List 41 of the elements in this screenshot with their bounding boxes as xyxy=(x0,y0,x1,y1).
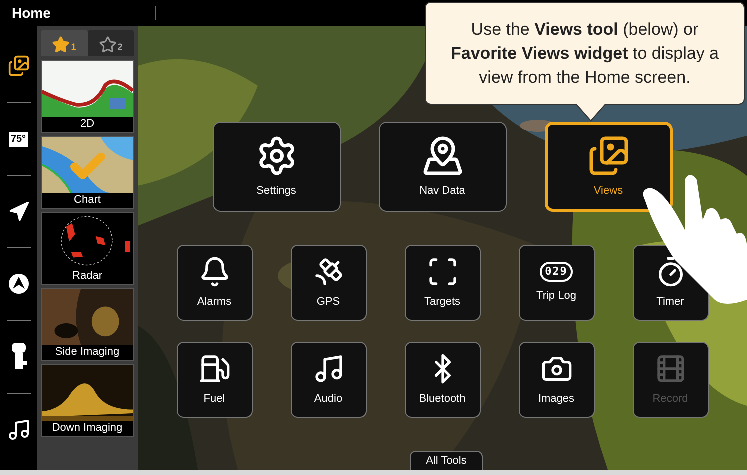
view-label: Down Imaging xyxy=(51,421,124,436)
tool-button[interactable]: 029 Trip Log xyxy=(518,245,594,321)
tool-button[interactable]: Audio xyxy=(290,342,366,418)
tool-button[interactable]: Images xyxy=(518,342,594,418)
music-icon xyxy=(312,352,344,385)
favorites-tab[interactable]: 2 xyxy=(88,30,134,56)
temperature-icon[interactable]: 75° xyxy=(8,130,28,148)
view-card[interactable]: Down Imaging xyxy=(41,364,134,437)
window-title: Home xyxy=(12,4,52,22)
all-tools-button[interactable]: All Tools xyxy=(410,451,483,470)
callout-text: Use the Views tool (below) or Favorite Views widget to display a view from the Home screen. xyxy=(450,18,720,88)
images-icon xyxy=(588,134,630,177)
favorites-tab[interactable]: 1 xyxy=(41,30,88,56)
view-card[interactable]: Side Imaging xyxy=(41,288,134,361)
tile-button[interactable]: Views xyxy=(544,122,672,212)
film-icon xyxy=(654,352,686,385)
outboard-motor-icon[interactable] xyxy=(10,343,28,372)
star-icon xyxy=(98,36,117,54)
tile-button[interactable]: Nav Data xyxy=(378,122,506,212)
tile-button[interactable]: Settings xyxy=(212,122,340,212)
tool-button[interactable]: Alarms xyxy=(176,245,252,321)
tool-button[interactable]: Fuel xyxy=(176,342,252,418)
view-label: 2D xyxy=(79,117,96,132)
view-card[interactable]: Radar xyxy=(41,212,134,285)
tool-button[interactable]: GPS xyxy=(290,245,366,321)
tool-button[interactable]: Targets xyxy=(404,245,480,321)
view-card[interactable]: Chart xyxy=(41,136,134,209)
star-icon xyxy=(52,36,70,54)
views-icon[interactable] xyxy=(8,54,30,77)
view-label: Radar xyxy=(72,269,104,284)
music-icon[interactable] xyxy=(6,418,30,442)
view-label: Side Imaging xyxy=(54,345,121,360)
map-pin-icon xyxy=(422,134,464,177)
satellite-icon xyxy=(312,256,344,288)
counter-icon: 029 xyxy=(540,262,573,282)
navigation-logo-icon[interactable] xyxy=(8,273,30,296)
view-label: Chart xyxy=(73,193,102,208)
fuel-pump-icon xyxy=(198,352,230,385)
view-card[interactable]: 2D xyxy=(41,60,134,133)
bell-icon xyxy=(198,256,230,288)
tool-button[interactable]: Bluetooth xyxy=(404,342,480,418)
